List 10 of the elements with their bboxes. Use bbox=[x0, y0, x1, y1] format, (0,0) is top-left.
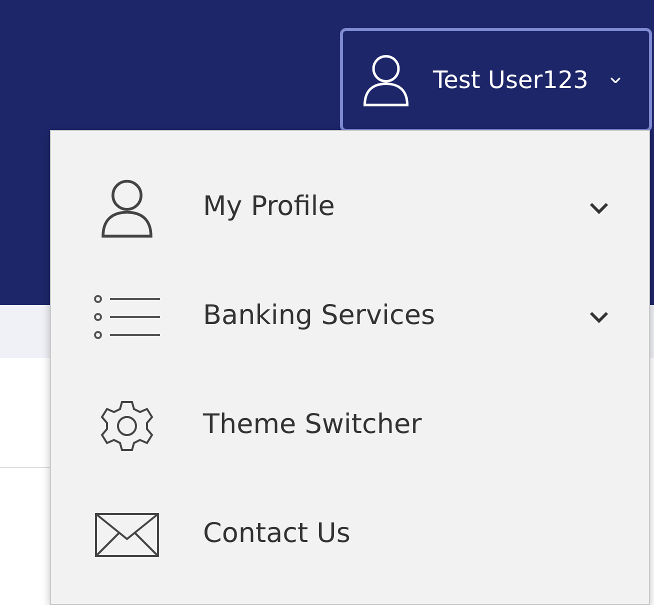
user-menu-button[interactable]: Test User123 bbox=[340, 28, 652, 132]
list-icon bbox=[92, 292, 162, 340]
menu-item[interactable]: Banking Services bbox=[51, 262, 649, 371]
menu-item[interactable]: Theme Switcher bbox=[51, 371, 649, 480]
envelope-icon bbox=[95, 512, 159, 556]
user-icon bbox=[361, 52, 411, 108]
menu-item[interactable]: Contact Us bbox=[51, 480, 649, 589]
caret-icon bbox=[610, 76, 622, 84]
menu-item[interactable]: My Profile bbox=[51, 153, 649, 262]
settings-icon bbox=[100, 398, 154, 452]
